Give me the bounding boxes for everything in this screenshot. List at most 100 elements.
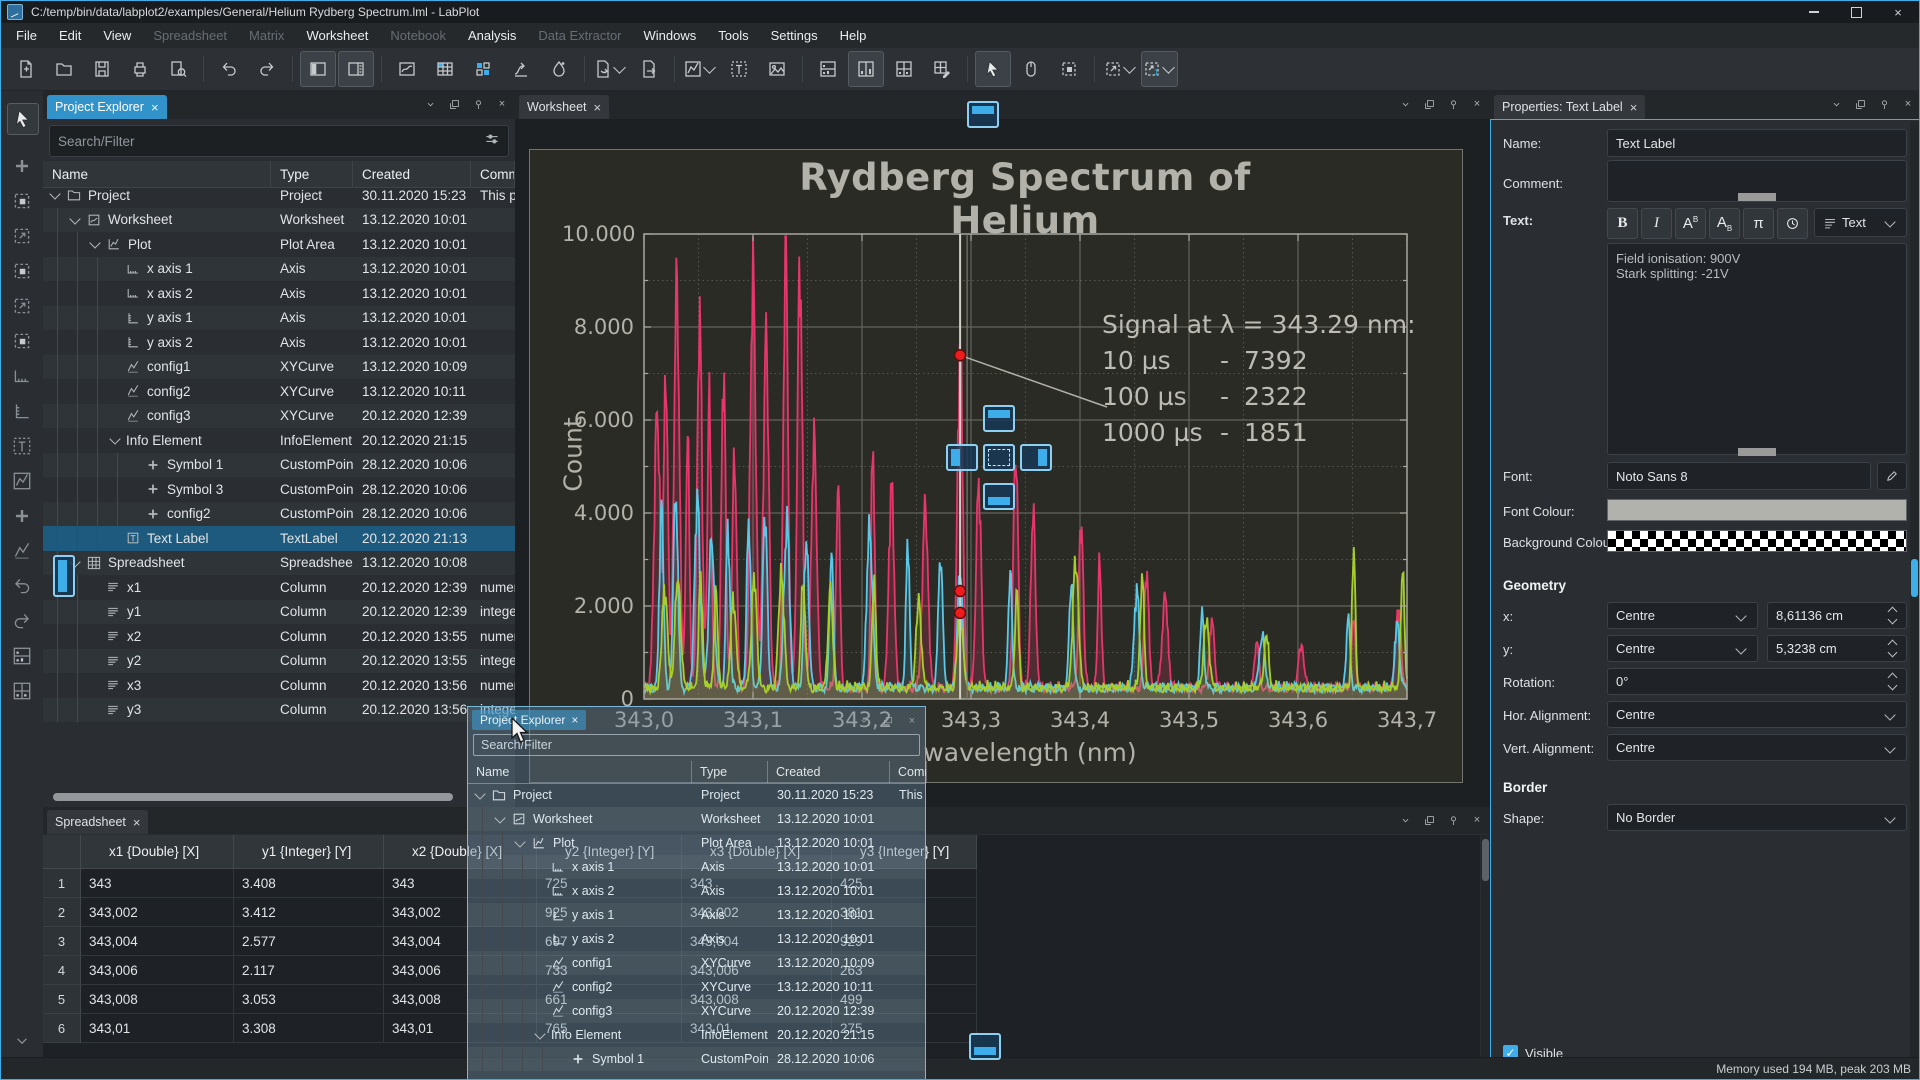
expander-icon[interactable] xyxy=(109,434,120,445)
pin-icon[interactable] xyxy=(1444,95,1462,113)
tree-row-plot[interactable]: PlotPlot Area13.12.2020 10:01 xyxy=(468,831,925,855)
menu-view[interactable]: View xyxy=(92,24,142,47)
menu-settings[interactable]: Settings xyxy=(760,24,829,47)
cell[interactable]: 343,01 xyxy=(81,1014,234,1043)
expander-icon[interactable] xyxy=(494,812,505,823)
select-y-region-tool[interactable] xyxy=(7,256,37,286)
spreadsheet-column-header[interactable]: x1 {Double} [X] xyxy=(81,835,234,869)
tab-properties-text-label[interactable]: Properties: Text Label × xyxy=(1494,95,1645,119)
cell[interactable]: 3.308 xyxy=(234,1014,384,1043)
chevron-down-icon[interactable] xyxy=(703,61,716,74)
maximize-button[interactable] xyxy=(1835,1,1877,23)
pin-icon[interactable] xyxy=(1444,811,1462,829)
tree-row-config2[interactable]: config2XYCurve13.12.2020 10:11 xyxy=(43,379,515,404)
close-icon[interactable]: × xyxy=(1899,95,1917,113)
rotation-spinbox[interactable]: 0° xyxy=(1607,668,1907,695)
chevron-down-icon[interactable] xyxy=(1396,811,1414,829)
cell[interactable]: 343,002 xyxy=(81,898,234,927)
chevron-down-icon[interactable] xyxy=(613,61,626,74)
float-icon[interactable] xyxy=(445,95,463,113)
subscript-button[interactable]: AB xyxy=(1709,208,1740,239)
y-anchor-combo[interactable]: Centre xyxy=(1607,635,1758,662)
cell[interactable]: 2.117 xyxy=(234,956,384,985)
tree-row-info-element[interactable]: Info ElementInfoElement20.12.2020 21:15 xyxy=(468,1023,925,1047)
close-icon[interactable]: × xyxy=(1468,95,1486,113)
vertical-layout-button[interactable] xyxy=(810,51,846,87)
menu-tools[interactable]: Tools xyxy=(707,24,759,47)
vert-alignment-combo[interactable]: Centre xyxy=(1607,734,1907,761)
tree-row-y-axis-2[interactable]: y axis 2Axis13.12.2020 10:01 xyxy=(43,330,515,355)
tree-row-x-axis-2[interactable]: x axis 2Axis13.12.2020 10:01 xyxy=(468,879,925,903)
select-x-region-tool[interactable] xyxy=(7,221,37,251)
tab-spreadsheet[interactable]: Spreadsheet × xyxy=(47,810,148,834)
expander-icon[interactable] xyxy=(89,238,100,249)
tree-row-config1[interactable]: config1XYCurve13.12.2020 10:09 xyxy=(43,355,515,380)
navigate-mode-button[interactable] xyxy=(1013,51,1049,87)
new-project-button[interactable] xyxy=(8,51,44,87)
add-image-button[interactable] xyxy=(759,51,795,87)
toggle-project-explorer-button[interactable] xyxy=(300,51,336,87)
custom-point-marker[interactable] xyxy=(955,607,966,618)
custom-point-marker[interactable] xyxy=(955,586,966,597)
cell[interactable]: 2.577 xyxy=(234,927,384,956)
tree-row-config1[interactable]: config1XYCurve13.12.2020 10:09 xyxy=(468,951,925,975)
zoom-y-tool[interactable] xyxy=(7,396,37,426)
cell[interactable]: 343,008 xyxy=(81,985,234,1014)
overlay-search-filter-input[interactable]: Search/Filter xyxy=(473,734,920,756)
tree-row-symbol-1[interactable]: Symbol 1CustomPoint28.12.2020 10:06 xyxy=(43,453,515,478)
minimize-button[interactable] xyxy=(1793,1,1835,23)
tree-row-plot[interactable]: PlotPlot Area13.12.2020 10:01 xyxy=(43,232,515,257)
expander-icon[interactable] xyxy=(534,1028,545,1039)
tree-row-worksheet[interactable]: WorksheetWorksheet13.12.2020 10:01 xyxy=(468,807,925,831)
y-value-spinbox[interactable]: 5,3238 cm xyxy=(1767,635,1907,662)
tree-row-y-axis-1[interactable]: y axis 1Axis13.12.2020 10:01 xyxy=(468,903,925,927)
export-button[interactable] xyxy=(592,51,629,87)
add-reference-line-tool[interactable] xyxy=(7,536,37,566)
close-button[interactable]: × xyxy=(1877,1,1919,23)
crosshair-tool[interactable] xyxy=(7,151,37,181)
chevron-down-icon[interactable] xyxy=(1162,61,1175,74)
tree-row-spreadsheet[interactable]: SpreadsheetSpreadsheet13.12.2020 10:08 xyxy=(43,551,515,576)
expander-icon[interactable] xyxy=(474,788,485,799)
tree-row-y3[interactable]: y3Column20.12.2020 13:56integer da xyxy=(43,698,515,723)
menu-analysis[interactable]: Analysis xyxy=(457,24,527,47)
expander-icon[interactable] xyxy=(69,213,80,224)
open-project-button[interactable] xyxy=(46,51,82,87)
column-header-name[interactable]: Name xyxy=(468,761,692,783)
print-button[interactable] xyxy=(122,51,158,87)
tree-row-symbol-3[interactable]: Symbol 3CustomPoint28.12.2020 10:06 xyxy=(43,477,515,502)
font-colour-swatch[interactable] xyxy=(1607,499,1907,521)
new-worksheet-button[interactable] xyxy=(389,51,425,87)
new-plot-button[interactable] xyxy=(682,51,719,87)
chevron-down-icon[interactable] xyxy=(1396,95,1414,113)
tree-row-config3[interactable]: config3XYCurve20.12.2020 12:39 xyxy=(43,404,515,429)
expander-icon[interactable] xyxy=(49,189,60,200)
tree-row-y2[interactable]: y2Column20.12.2020 13:55integer da xyxy=(43,649,515,674)
select-tool[interactable] xyxy=(7,103,39,135)
cell[interactable]: 3.412 xyxy=(234,898,384,927)
chevron-down-icon[interactable] xyxy=(1827,95,1845,113)
pin-icon[interactable] xyxy=(1875,95,1893,113)
float-icon[interactable] xyxy=(1420,811,1438,829)
zoom-out-tool[interactable] xyxy=(7,326,37,356)
tree-row-config2[interactable]: config2XYCurve13.12.2020 10:11 xyxy=(468,975,925,999)
cell[interactable]: 3.408 xyxy=(234,869,384,898)
redo-button[interactable] xyxy=(249,51,285,87)
menu-windows[interactable]: Windows xyxy=(633,24,708,47)
superscript-button[interactable]: AB xyxy=(1675,208,1706,239)
add-text-tool[interactable] xyxy=(7,431,37,461)
tree-row-x1[interactable]: x1Column20.12.2020 12:39numerical xyxy=(43,575,515,600)
close-tab-icon[interactable]: × xyxy=(594,100,602,115)
share-button[interactable] xyxy=(631,51,667,87)
close-tab-icon[interactable]: × xyxy=(1630,100,1638,115)
splitter-handle[interactable] xyxy=(1738,193,1776,201)
tree-row-config2[interactable]: config2CustomPoint28.12.2020 10:06 xyxy=(43,502,515,527)
datetime-button[interactable] xyxy=(1777,208,1808,239)
cell[interactable]: 343,006 xyxy=(81,956,234,985)
tree-row-text-label[interactable]: Text LabelTextLabel20.12.2020 21:13 xyxy=(43,526,515,551)
float-icon[interactable] xyxy=(879,712,897,730)
menu-edit[interactable]: Edit xyxy=(48,24,92,47)
close-icon[interactable]: × xyxy=(493,95,511,113)
new-spreadsheet-button[interactable] xyxy=(427,51,463,87)
cell[interactable]: 343,004 xyxy=(81,927,234,956)
